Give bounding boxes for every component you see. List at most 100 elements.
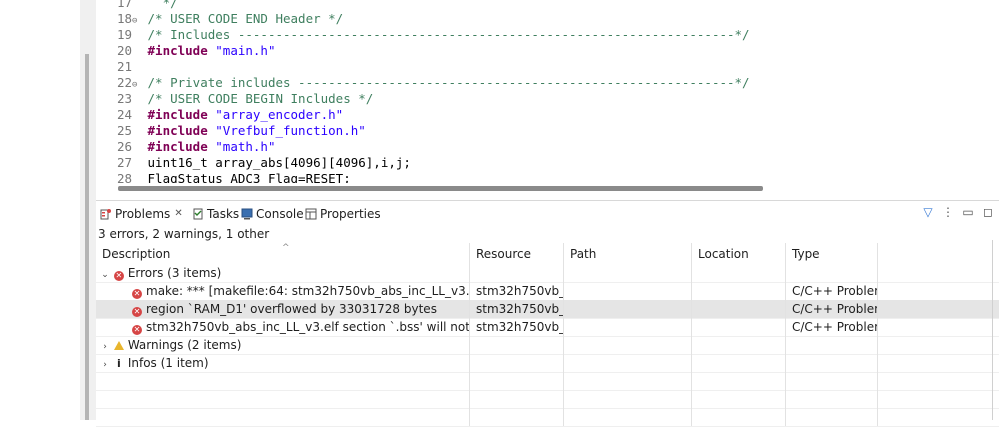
problem-description: make: *** [makefile:64: stm32h750vb_abs_… bbox=[146, 284, 470, 298]
sort-caret-icon: ^ bbox=[282, 243, 290, 253]
problem-resource: stm32h750vb_a... bbox=[476, 320, 564, 334]
code-editor[interactable]: 17 */18⊖ /* USER CODE END Header */19 /*… bbox=[96, 0, 999, 192]
code-line[interactable]: 22⊖ /* Private includes ----------------… bbox=[96, 75, 999, 91]
problem-resource: stm32h750vb_a... bbox=[476, 284, 564, 298]
column-description-label: Description bbox=[102, 247, 171, 261]
view-menu-icon[interactable]: ⋮ bbox=[941, 205, 955, 219]
code-line[interactable]: 24 #include "array_encoder.h" bbox=[96, 107, 999, 123]
problem-type: C/C++ Problem bbox=[792, 284, 878, 298]
group-errors-label: Errors (3 items) bbox=[127, 266, 222, 280]
group-infos-row[interactable]: › i Infos (1 item) bbox=[96, 354, 999, 373]
empty-row bbox=[96, 408, 999, 427]
filter-icon[interactable]: ▽ bbox=[921, 205, 935, 219]
column-type-label: Type bbox=[792, 247, 820, 261]
code-token: #include bbox=[147, 43, 216, 58]
column-location-label: Location bbox=[698, 247, 749, 261]
problem-description: region `RAM_D1' overflowed by 33031728 b… bbox=[146, 302, 437, 316]
code-token: #include bbox=[147, 123, 216, 138]
line-number: 23 bbox=[116, 91, 132, 106]
left-resize-handle[interactable] bbox=[85, 54, 89, 420]
line-number: 26 bbox=[116, 139, 132, 154]
code-token: "Vrefbuf_function.h" bbox=[215, 123, 366, 138]
code-token: /* Includes ----------------------------… bbox=[147, 27, 750, 42]
tab-properties-label: Properties bbox=[320, 207, 381, 221]
column-header-path[interactable]: Path bbox=[564, 243, 692, 265]
group-errors-row[interactable]: ⌄ ✕ Errors (3 items) bbox=[96, 264, 999, 283]
group-warnings-row[interactable]: › Warnings (2 items) bbox=[96, 336, 999, 355]
chevron-right-icon[interactable]: › bbox=[100, 338, 110, 354]
line-number: 20 bbox=[116, 43, 132, 58]
code-token: /* USER CODE BEGIN Includes */ bbox=[147, 91, 374, 106]
code-token: "array_encoder.h" bbox=[215, 107, 344, 122]
column-path-label: Path bbox=[570, 247, 597, 261]
line-number: 24 bbox=[116, 107, 132, 122]
line-number: 22 bbox=[116, 75, 132, 90]
minimize-icon[interactable]: ▭ bbox=[961, 205, 975, 219]
column-resource-label: Resource bbox=[476, 247, 532, 261]
problems-summary: 3 errors, 2 warnings, 1 other bbox=[98, 227, 270, 241]
problems-view: Problems ✕ Tasks Console Properties ▽ ⋮ … bbox=[96, 200, 999, 427]
line-number: 27 bbox=[116, 155, 132, 170]
line-number: 21 bbox=[116, 59, 132, 74]
code-token: #include bbox=[147, 139, 216, 154]
console-icon bbox=[241, 208, 253, 220]
line-number: 18 bbox=[116, 11, 132, 26]
error-icon: ✕ bbox=[113, 271, 124, 281]
table-row[interactable]: ✕ make: *** [makefile:64: stm32h750vb_abs… bbox=[96, 282, 999, 301]
code-line[interactable]: 25 #include "Vrefbuf_function.h" bbox=[96, 123, 999, 139]
column-header-location[interactable]: Location bbox=[692, 243, 786, 265]
line-number: 17 bbox=[116, 0, 132, 10]
info-icon: i bbox=[116, 357, 121, 370]
tab-properties[interactable]: Properties bbox=[305, 206, 381, 222]
maximize-icon[interactable]: ◻ bbox=[981, 205, 995, 219]
view-tab-bar: Problems ✕ Tasks Console Properties ▽ ⋮ … bbox=[96, 201, 999, 226]
code-line[interactable]: 26 #include "math.h" bbox=[96, 139, 999, 155]
code-line[interactable]: 23 /* USER CODE BEGIN Includes */ bbox=[96, 91, 999, 107]
code-token: /* Private includes --------------------… bbox=[147, 75, 750, 90]
chevron-right-icon[interactable]: › bbox=[100, 356, 110, 372]
tab-tasks-label: Tasks bbox=[207, 207, 240, 221]
code-line[interactable]: 17 */ bbox=[96, 0, 999, 11]
tab-tasks[interactable]: Tasks bbox=[192, 206, 239, 222]
problems-icon bbox=[100, 208, 112, 220]
code-line[interactable]: 20 #include "main.h" bbox=[96, 43, 999, 59]
problem-type: C/C++ Problem bbox=[792, 320, 878, 334]
table-row[interactable]: ✕ stm32h750vb_abs_inc_LL_v3.elf section `… bbox=[96, 318, 999, 337]
column-header-type[interactable]: Type bbox=[786, 243, 878, 265]
tab-console[interactable]: Console bbox=[241, 206, 304, 222]
error-icon: ✕ bbox=[132, 289, 142, 299]
code-line[interactable]: 18⊖ /* USER CODE END Header */ bbox=[96, 11, 999, 27]
column-header-resource[interactable]: Resource bbox=[470, 243, 564, 265]
properties-icon bbox=[305, 208, 317, 220]
tab-problems[interactable]: Problems ✕ bbox=[100, 206, 183, 222]
close-icon[interactable]: ✕ bbox=[174, 206, 182, 222]
code-token: uint16_t array_abs[4096][4096],i,j; bbox=[147, 155, 411, 170]
error-icon: ✕ bbox=[132, 325, 142, 335]
left-blank-area bbox=[0, 0, 80, 420]
empty-row bbox=[96, 372, 999, 391]
problem-resource: stm32h750vb_a... bbox=[476, 302, 564, 316]
chevron-down-icon[interactable]: ⌄ bbox=[100, 266, 110, 282]
editor-scrollbar-thumb[interactable] bbox=[118, 186, 763, 191]
code-token: /* USER CODE END Header */ bbox=[147, 11, 344, 26]
tab-problems-label: Problems bbox=[115, 207, 171, 221]
problem-description: stm32h750vb_abs_inc_LL_v3.elf section `.… bbox=[146, 320, 470, 334]
table-right-border bbox=[992, 240, 993, 420]
code-token: "math.h" bbox=[215, 139, 276, 154]
tasks-icon bbox=[192, 208, 204, 220]
tab-console-label: Console bbox=[256, 207, 304, 221]
group-infos-label: Infos (1 item) bbox=[127, 356, 209, 370]
code-token: #include bbox=[147, 107, 216, 122]
code-lines: 17 */18⊖ /* USER CODE END Header */19 /*… bbox=[96, 0, 999, 187]
code-line[interactable]: 27 uint16_t array_abs[4096][4096],i,j; bbox=[96, 155, 999, 171]
code-line[interactable]: 21 bbox=[96, 59, 999, 75]
column-header-filler bbox=[878, 243, 999, 265]
code-token: */ bbox=[147, 0, 178, 10]
table-row-selected[interactable]: ✕ region `RAM_D1' overflowed by 33031728 … bbox=[96, 300, 999, 319]
column-header-description[interactable]: ^ Description bbox=[96, 243, 470, 265]
warning-icon bbox=[113, 341, 124, 350]
code-line[interactable]: 19 /* Includes -------------------------… bbox=[96, 27, 999, 43]
group-warnings-label: Warnings (2 items) bbox=[127, 338, 242, 352]
error-icon: ✕ bbox=[132, 307, 142, 317]
problem-type: C/C++ Problem bbox=[792, 302, 878, 316]
